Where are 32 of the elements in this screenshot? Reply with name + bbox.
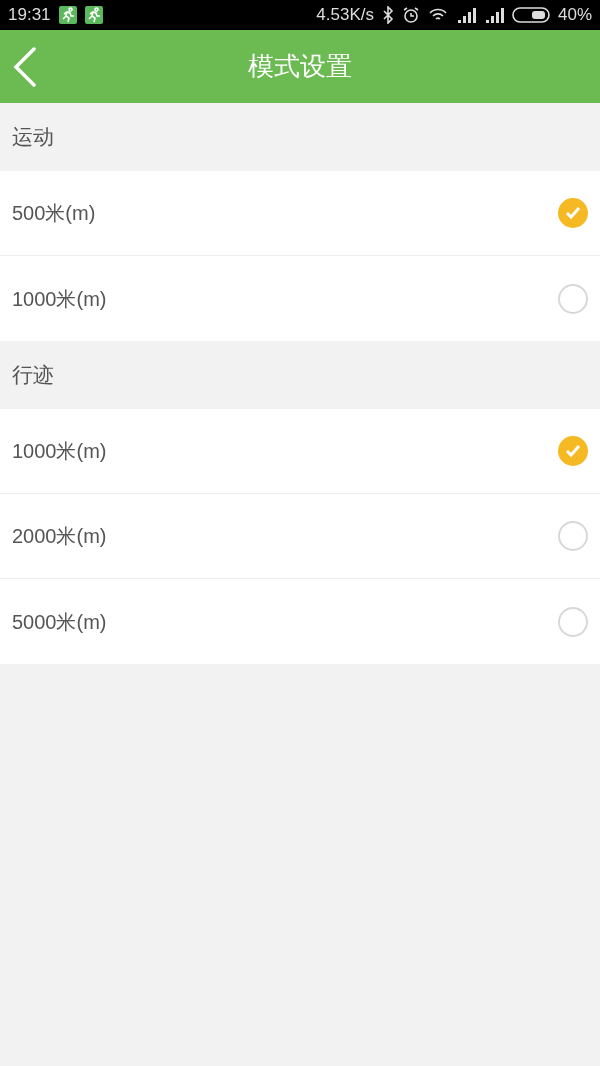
runner-app-icon — [84, 6, 103, 24]
option-row[interactable]: 2000米(m) — [0, 494, 600, 579]
runner-app-icon — [58, 6, 77, 24]
option-label: 500米(m) — [12, 201, 96, 226]
option-row[interactable]: 5000米(m) — [0, 579, 600, 664]
battery-icon — [511, 7, 550, 23]
signal-icon — [455, 7, 476, 23]
radio-button[interactable] — [558, 283, 588, 314]
option-row[interactable]: 1000米(m) — [0, 256, 600, 341]
page-title: 模式设置 — [248, 50, 352, 83]
check-icon — [565, 444, 581, 458]
status-time: 19:31 — [8, 4, 51, 27]
checked-radio[interactable] — [558, 198, 588, 228]
bluetooth-icon — [381, 6, 394, 24]
option-label: 1000米(m) — [12, 286, 107, 312]
option-label: 5000米(m) — [12, 609, 107, 635]
wifi-icon — [427, 7, 448, 23]
checked-radio[interactable] — [558, 436, 588, 466]
option-row[interactable]: 1000米(m) — [0, 409, 600, 494]
check-icon — [565, 206, 581, 220]
signal-icon — [483, 7, 504, 23]
option-label: 2000米(m) — [12, 524, 107, 549]
option-row[interactable]: 500米(m) — [0, 171, 600, 256]
section-title: 运动 — [12, 124, 54, 151]
back-icon — [13, 46, 37, 87]
alarm-icon — [401, 6, 420, 24]
section-title: 行迹 — [12, 362, 54, 389]
network-speed: 4.53K/s — [316, 4, 374, 27]
radio-button[interactable] — [558, 521, 588, 551]
radio-button[interactable] — [558, 606, 588, 637]
option-label: 1000米(m) — [12, 439, 107, 464]
battery-percent: 40% — [557, 4, 592, 27]
